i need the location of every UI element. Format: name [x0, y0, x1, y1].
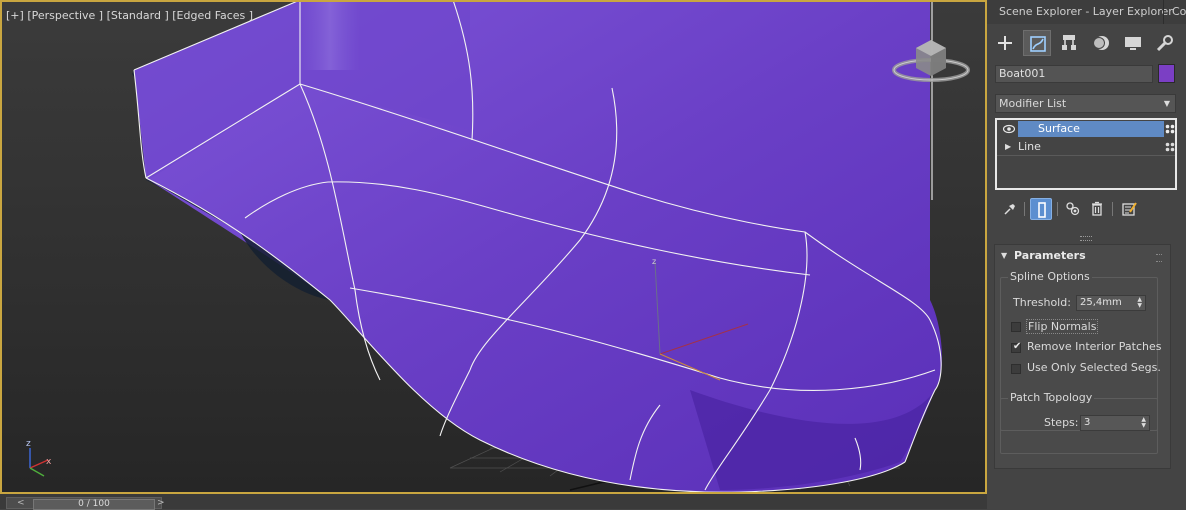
tab-command-panel[interactable]: Command Panel — [1163, 0, 1186, 24]
flip-normals-label[interactable]: Flip Normals — [1026, 319, 1099, 334]
stack-item-label: Line — [1018, 140, 1041, 153]
triad-x-label: x — [46, 457, 52, 467]
display-panel-button[interactable] — [1119, 30, 1147, 56]
command-panel: Scene Explorer - Layer Explorer Command … — [987, 0, 1186, 509]
display-icon — [1125, 37, 1141, 50]
gizmo-z-label: z — [652, 257, 656, 266]
tab-scene-explorer[interactable]: Scene Explorer - Layer Explorer — [993, 0, 1173, 24]
modifier-list-label: Modifier List — [999, 97, 1067, 110]
spinner-arrows-icon[interactable]: ▲ ▼ — [1141, 417, 1146, 429]
rollout-title: Parameters — [1014, 249, 1086, 262]
viewport-scene: z z x — [26, 2, 942, 492]
remove-modifier-button[interactable] — [1086, 198, 1108, 220]
steps-spinner[interactable]: 3 ▲ ▼ — [1080, 415, 1150, 431]
panel-divider-grip[interactable] — [1080, 236, 1092, 241]
parameters-rollout: ▼ Parameters Spline Options Threshold: 2… — [994, 244, 1171, 469]
eye-icon[interactable] — [1003, 124, 1015, 134]
viewport-point-of-view-menu[interactable]: [Perspective ] — [27, 9, 103, 22]
viewport-display-menu[interactable]: [Edged Faces ] — [172, 9, 253, 22]
dots-icon — [1165, 124, 1175, 134]
configure-icon — [1122, 202, 1137, 216]
viewcube[interactable] — [890, 34, 972, 86]
create-icon — [998, 36, 1012, 50]
time-next-button[interactable]: > — [157, 498, 165, 508]
perspective-viewport[interactable]: z z x [+] [Perspective ] [Standard ] [Ed… — [0, 0, 987, 494]
triad-z-label: z — [26, 439, 31, 449]
rollout-grip-icon — [1156, 254, 1162, 262]
use-only-selected-segs-checkbox[interactable] — [1011, 364, 1021, 374]
checkmark-icon: ✔ — [1013, 341, 1022, 352]
motion-icon — [1093, 36, 1109, 50]
modify-panel-button[interactable] — [1023, 30, 1051, 56]
patch-topology-title: Patch Topology — [1008, 391, 1095, 404]
axis-triad: z x — [26, 439, 52, 477]
spinner-arrows-icon[interactable]: ▲ ▼ — [1137, 297, 1142, 309]
modify-icon — [1030, 36, 1046, 52]
viewport-shading-menu[interactable]: [Standard ] — [107, 9, 169, 22]
hierarchy-panel-button[interactable] — [1055, 30, 1083, 56]
flip-normals-checkbox[interactable] — [1011, 322, 1021, 332]
object-color-swatch[interactable] — [1158, 64, 1175, 83]
use-only-selected-segs-label[interactable]: Use Only Selected Segs. — [1027, 361, 1161, 374]
viewport-general-menu[interactable]: [+] — [6, 9, 24, 22]
time-prev-button[interactable]: < — [17, 498, 25, 508]
stack-toolbar — [995, 198, 1177, 222]
threshold-label: Threshold: — [1013, 296, 1071, 309]
end-result-icon — [1038, 202, 1046, 218]
patch-topology-group: Patch Topology Steps: 3 ▲ ▼ — [1000, 391, 1158, 454]
configure-modifier-sets-button[interactable] — [1118, 198, 1140, 220]
panel-icon-row — [987, 28, 1186, 58]
expand-triangle-icon[interactable]: ▶ — [1005, 139, 1011, 155]
remove-interior-patches-label[interactable]: Remove Interior Patches — [1027, 340, 1161, 353]
threshold-spinner[interactable]: 25,4mm ▲ ▼ — [1076, 295, 1146, 311]
timeline-strip: < 0 / 100 > — [0, 494, 987, 510]
steps-label: Steps: — [1044, 416, 1079, 429]
utilities-icon — [1156, 35, 1173, 52]
stack-item-label: Surface — [1038, 122, 1080, 135]
chevron-down-icon: ▼ — [1163, 99, 1170, 108]
stack-item-line[interactable]: ▶ Line — [997, 139, 1175, 156]
pin-stack-button[interactable] — [999, 198, 1021, 220]
utilities-panel-button[interactable] — [1151, 30, 1179, 56]
stack-item-surface[interactable]: Surface — [997, 121, 1175, 137]
remove-interior-patches-checkbox[interactable]: ✔ — [1011, 341, 1022, 353]
steps-value: 3 — [1084, 417, 1091, 428]
viewport-label-menu[interactable]: [+] [Perspective ] [Standard ] [Edged Fa… — [6, 9, 253, 22]
make-unique-icon — [1066, 202, 1080, 216]
motion-panel-button[interactable] — [1087, 30, 1115, 56]
threshold-value: 25,4mm — [1080, 297, 1122, 308]
pin-icon — [1004, 204, 1015, 215]
panel-tabs: Scene Explorer - Layer Explorer Command … — [987, 0, 1186, 24]
dots-icon — [1165, 142, 1175, 152]
object-name-field[interactable]: Boat001 — [995, 65, 1153, 83]
show-end-result-button[interactable] — [1030, 198, 1052, 220]
trash-icon — [1092, 201, 1102, 216]
modifier-stack[interactable]: Surface ▶ Line — [995, 118, 1177, 190]
make-unique-button[interactable] — [1062, 198, 1084, 220]
time-slider-thumb[interactable]: 0 / 100 — [33, 499, 155, 510]
modifier-list-dropdown[interactable]: Modifier List ▼ — [995, 94, 1176, 113]
parameters-rollout-header[interactable]: ▼ Parameters — [995, 249, 1170, 265]
collapse-triangle-icon[interactable]: ▼ — [1001, 251, 1007, 260]
hierarchy-icon — [1062, 35, 1076, 50]
time-slider[interactable]: < 0 / 100 > — [6, 497, 165, 510]
create-panel-button[interactable] — [991, 30, 1019, 56]
spline-options-title: Spline Options — [1008, 270, 1092, 283]
panel-empty-area — [987, 470, 1186, 509]
boat-object — [132, 2, 942, 492]
